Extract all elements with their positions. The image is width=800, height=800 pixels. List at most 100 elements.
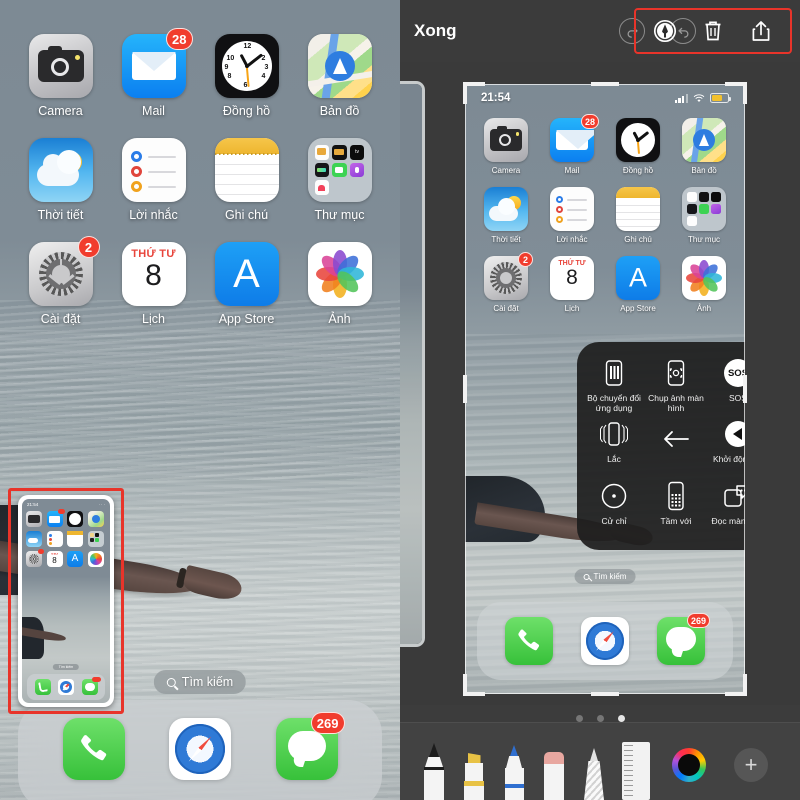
app-icon-wrap bbox=[307, 242, 372, 306]
messages-icon[interactable]: 269 bbox=[275, 712, 345, 780]
trash-icon[interactable] bbox=[700, 18, 726, 44]
app-settings[interactable]: 2 Cài đặt bbox=[473, 252, 539, 313]
marker-tool[interactable] bbox=[502, 745, 526, 800]
pen-tool[interactable] bbox=[422, 743, 446, 800]
handset-glyph bbox=[80, 735, 106, 761]
app-label: Ảnh bbox=[328, 312, 351, 326]
done-button[interactable]: Xong bbox=[414, 21, 457, 41]
at-item-label: SOS bbox=[729, 393, 745, 403]
at-item-label: Bộ chuyển đổi ứng dụng bbox=[587, 393, 641, 413]
app-label: Ghi chú bbox=[224, 208, 269, 222]
messages-icon[interactable]: 269 bbox=[657, 613, 710, 665]
share-icon[interactable] bbox=[748, 18, 774, 44]
at-item-screenshot[interactable]: Chụp ảnh màn hình bbox=[645, 356, 707, 417]
app-photos[interactable]: Ảnh bbox=[671, 256, 737, 313]
app-appstore[interactable]: A App Store bbox=[605, 256, 671, 313]
color-wheel-button[interactable] bbox=[672, 748, 706, 782]
app-reminders[interactable]: Lời nhắc bbox=[107, 138, 200, 222]
reachability-icon bbox=[666, 479, 686, 513]
calendar-date: 8 bbox=[145, 259, 162, 292]
app-camera[interactable]: Camera bbox=[473, 118, 539, 175]
at-item-back[interactable] bbox=[645, 417, 707, 478]
app-reminders[interactable]: Lời nhắc bbox=[539, 187, 605, 244]
adjacent-screenshot-partial[interactable] bbox=[400, 84, 422, 644]
mini-facetime-icon bbox=[332, 162, 347, 177]
at-item-shake[interactable]: Lắc bbox=[583, 417, 645, 478]
page-dot-3-active[interactable] bbox=[617, 715, 625, 722]
at-item-speak-screen[interactable]: Đọc màn hình bbox=[707, 479, 745, 540]
app-label: Lịch bbox=[564, 304, 580, 313]
at-item-label: Cử chỉ bbox=[601, 515, 627, 526]
at-item-restart[interactable]: Khởi động lại bbox=[707, 417, 745, 478]
editor-canvas: 21:54 Camera 28 Mail Đồng hồ Bản đồ Thời… bbox=[400, 62, 800, 705]
app-clock[interactable]: Đồng hồ bbox=[605, 118, 671, 175]
app-camera[interactable]: Camera bbox=[14, 34, 107, 118]
app-icon-wrap: 12 2 3 4 6 8 9 10 bbox=[214, 34, 279, 98]
app-mail[interactable]: 28 Mail bbox=[539, 114, 605, 175]
app-settings[interactable]: 2 Cài đặt bbox=[14, 236, 107, 326]
page-dot-2[interactable] bbox=[596, 715, 604, 722]
eraser-tool[interactable] bbox=[542, 752, 566, 800]
search-icon bbox=[166, 677, 176, 687]
app-weather[interactable]: Thời tiết bbox=[14, 138, 107, 222]
edited-screenshot[interactable]: 21:54 Camera 28 Mail Đồng hồ Bản đồ Thời… bbox=[463, 82, 747, 696]
app-label: Đồng hồ bbox=[222, 104, 271, 118]
shake-icon bbox=[597, 417, 631, 451]
at-item-label: Tầm với bbox=[660, 515, 692, 526]
app-clock[interactable]: 12 2 3 4 6 8 9 10 Đồng hồ bbox=[200, 34, 293, 118]
phone-icon[interactable] bbox=[62, 718, 125, 780]
markup-pen-icon[interactable] bbox=[652, 18, 678, 44]
app-switcher-icon bbox=[604, 356, 624, 390]
wallpaper-water-texture-upper bbox=[0, 300, 400, 480]
at-item-label: Chụp ảnh màn hình bbox=[648, 393, 704, 413]
at-item-reachability[interactable]: Tầm với bbox=[645, 479, 707, 540]
safari-icon[interactable] bbox=[581, 617, 629, 665]
app-label: Cài đặt bbox=[493, 304, 519, 313]
search-pill[interactable]: Tìm kiếm bbox=[574, 569, 636, 584]
mini-tv-icon: tv bbox=[349, 145, 365, 160]
app-folder[interactable]: tv Thư mục bbox=[293, 138, 386, 222]
badge-count: 2 bbox=[518, 252, 533, 267]
app-label: App Store bbox=[620, 304, 656, 313]
add-tool-button[interactable]: + bbox=[734, 748, 768, 782]
app-mail[interactable]: 28 Mail bbox=[107, 28, 200, 118]
safari-icon[interactable] bbox=[169, 718, 231, 780]
at-item-app-switcher[interactable]: Bộ chuyển đổi ứng dụng bbox=[583, 356, 645, 417]
app-icon-wrap bbox=[28, 34, 93, 98]
app-folder[interactable]: Thư mục bbox=[671, 187, 737, 244]
app-maps[interactable]: Bản đồ bbox=[671, 118, 737, 175]
mini-health-icon bbox=[314, 180, 329, 195]
app-calendar[interactable]: THỨ TƯ 8 Lịch bbox=[539, 256, 605, 313]
at-item-label: Khởi động lại bbox=[713, 454, 745, 465]
app-notes[interactable]: Ghi chú bbox=[200, 138, 293, 222]
phone-icon[interactable] bbox=[505, 617, 553, 665]
search-pill[interactable]: Tìm kiếm bbox=[153, 670, 247, 694]
home-screen-app-grid: Camera 28 Mail 12 2 3 4 6 8 9 10 Đồng hồ… bbox=[14, 28, 386, 326]
photos-icon bbox=[682, 256, 726, 300]
lasso-tool[interactable] bbox=[582, 748, 606, 800]
app-label: Mail bbox=[564, 166, 580, 175]
app-notes[interactable]: Ghi chú bbox=[605, 187, 671, 244]
app-label: Lịch bbox=[142, 312, 165, 326]
app-label: Thư mục bbox=[687, 235, 721, 244]
photos-icon bbox=[307, 242, 372, 306]
app-maps[interactable]: Bản đồ bbox=[293, 34, 386, 118]
app-icon-wrap: 28 bbox=[121, 28, 193, 98]
app-label: Bản đồ bbox=[319, 104, 360, 118]
app-calendar[interactable]: THỨ TƯ 8 Lịch bbox=[107, 242, 200, 326]
at-item-gestures[interactable]: Cử chỉ bbox=[583, 479, 645, 540]
at-item-sos[interactable]: SOS SOS bbox=[707, 356, 745, 417]
app-photos[interactable]: Ảnh bbox=[293, 242, 386, 326]
assistive-touch-menu[interactable]: Bộ chuyển đổi ứng dụng Chụp ảnh màn hình… bbox=[577, 342, 745, 550]
ruler-tool[interactable] bbox=[622, 742, 650, 800]
highlighter-tool[interactable] bbox=[462, 753, 486, 800]
app-label: Lời nhắc bbox=[556, 235, 588, 244]
page-indicator-dots bbox=[400, 715, 800, 722]
camera-icon bbox=[484, 118, 528, 162]
app-weather[interactable]: Thời tiết bbox=[473, 187, 539, 244]
mini-books-icon bbox=[332, 145, 347, 160]
app-label: Lời nhắc bbox=[129, 208, 178, 222]
page-dot-1[interactable] bbox=[575, 715, 583, 722]
app-icon-wrap: A bbox=[214, 242, 279, 306]
app-appstore[interactable]: A App Store bbox=[200, 242, 293, 326]
